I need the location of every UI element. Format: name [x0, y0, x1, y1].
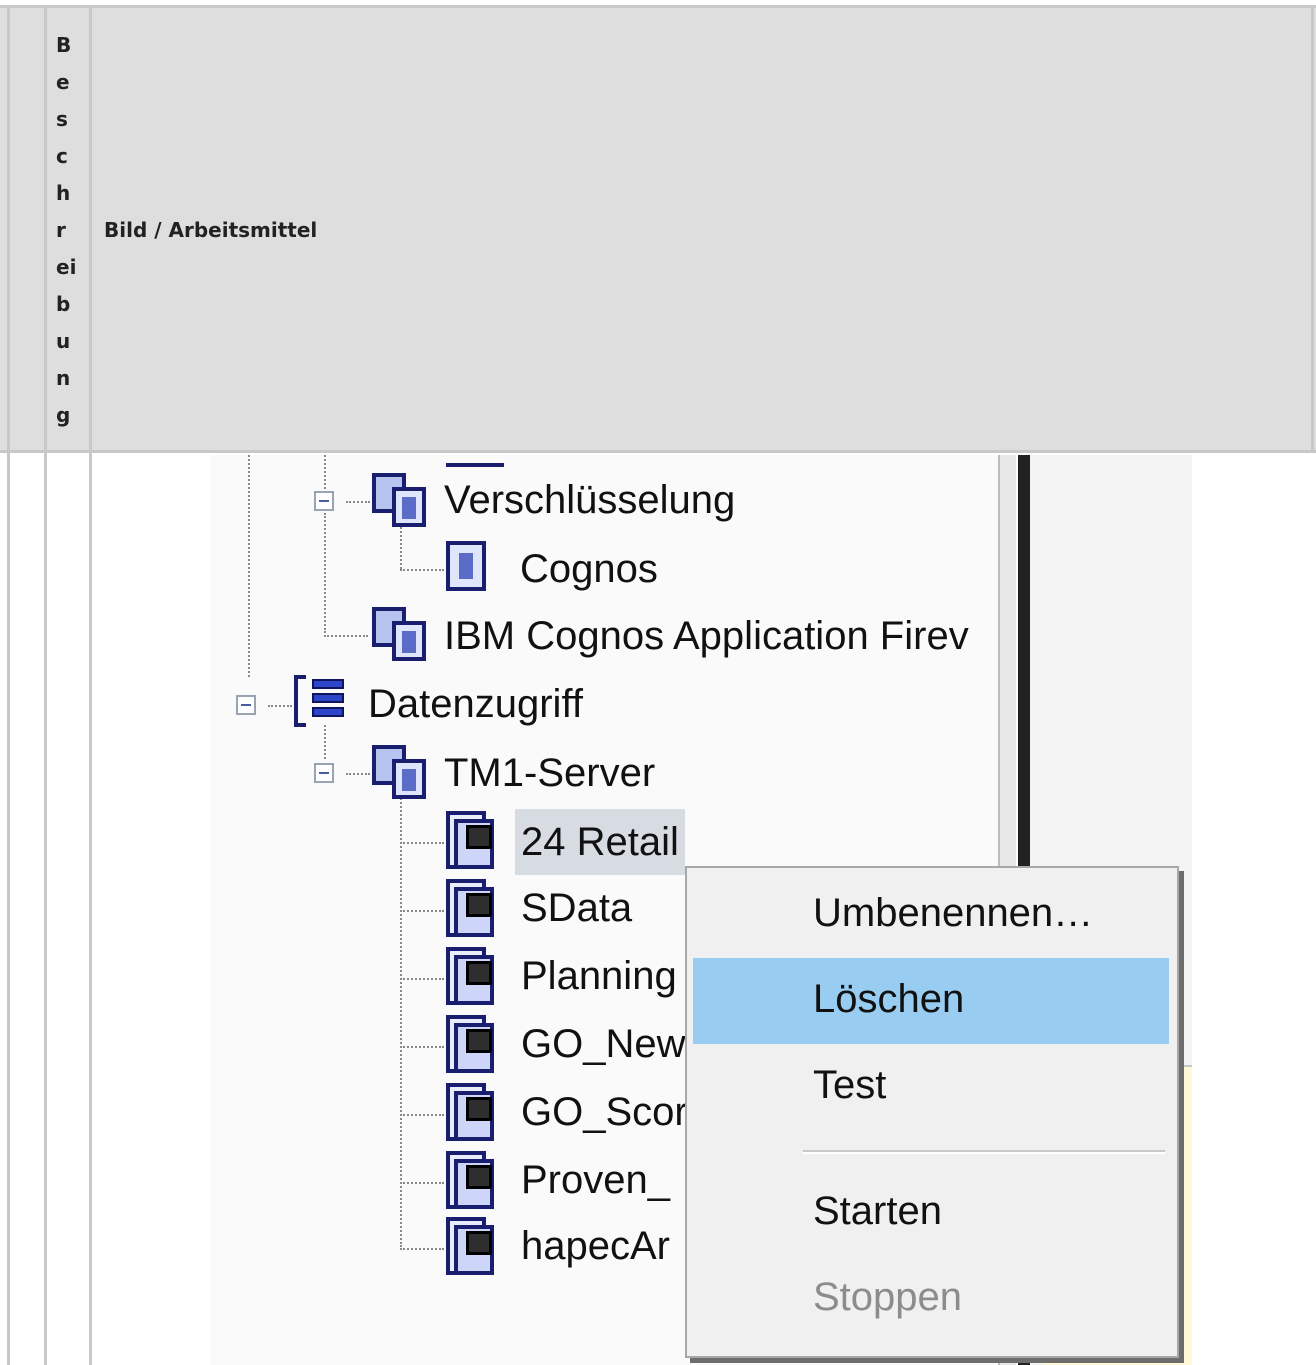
table-col-border-1: [7, 5, 10, 1365]
tree-node-data-access[interactable]: Datenzugriff: [368, 680, 583, 728]
collapse-icon[interactable]: [314, 763, 334, 783]
menu-item-rename[interactable]: Umbenennen…: [693, 872, 1169, 958]
cube-icon: [446, 1217, 502, 1279]
table-col-border-2: [44, 5, 47, 1365]
tree-line: [346, 773, 370, 775]
collapse-icon[interactable]: [236, 695, 256, 715]
tree-item[interactable]: GO_Scor: [521, 1088, 688, 1136]
tree-item[interactable]: Proven_: [521, 1156, 670, 1204]
tree-line: [400, 795, 402, 1247]
tree-node-encryption[interactable]: Verschlüsselung: [444, 476, 735, 524]
tree-line: [400, 1046, 444, 1048]
tree-node-firewall[interactable]: IBM Cognos Application Firev: [444, 612, 969, 660]
tree-line: [324, 635, 368, 637]
table-row-divider: [0, 450, 1316, 453]
database-icon: [294, 673, 350, 731]
tree-node-cognos[interactable]: Cognos: [520, 545, 658, 593]
tree-line: [324, 513, 326, 633]
cube-icon: [446, 1151, 502, 1213]
tree-item-selected[interactable]: 24 Retail: [515, 809, 685, 875]
menu-separator: [803, 1150, 1165, 1154]
menu-item-stop[interactable]: Stoppen: [693, 1256, 1169, 1342]
tree-line: [400, 978, 444, 980]
collapse-icon[interactable]: [314, 491, 334, 511]
cube-icon: [446, 947, 502, 1009]
header-beschreibung: B e s c h r ei b u n g: [56, 33, 77, 427]
partial-icon: [446, 455, 504, 467]
server-group-icon: [370, 743, 432, 801]
tree-line: [400, 1114, 444, 1116]
tree-line: [400, 842, 444, 844]
table-col-border-3: [89, 5, 92, 1365]
tree-line: [324, 455, 326, 489]
tree-item[interactable]: hapecAr: [521, 1222, 670, 1270]
cube-icon: [446, 1015, 502, 1077]
tree-line: [400, 569, 444, 571]
menu-item-start[interactable]: Starten: [693, 1170, 1169, 1256]
tree-item[interactable]: SData: [521, 884, 632, 932]
header-bild-arbeitsmittel: Bild / Arbeitsmittel: [104, 218, 318, 242]
tree-node-tm1-server[interactable]: TM1-Server: [444, 749, 655, 797]
tree-item[interactable]: GO_New: [521, 1020, 686, 1068]
server-group-icon: [370, 605, 432, 663]
tree-line: [400, 1248, 444, 1250]
server-group-icon: [370, 471, 432, 529]
table-top-border: [0, 5, 1316, 8]
cube-icon: [446, 1083, 502, 1145]
table-right-border: [1311, 5, 1314, 452]
server-icon: [446, 541, 486, 591]
menu-item-delete[interactable]: Löschen: [693, 958, 1169, 1044]
tree-line: [248, 455, 250, 677]
tree-line: [400, 910, 444, 912]
cube-icon: [446, 879, 502, 941]
context-menu: Umbenennen… Löschen Test Starten Stoppen: [685, 866, 1179, 1358]
tree-item[interactable]: Planning: [521, 952, 677, 1000]
menu-item-test[interactable]: Test: [693, 1044, 1169, 1130]
tree-line: [400, 1182, 444, 1184]
tree-line: [268, 705, 292, 707]
cube-icon: [446, 811, 502, 873]
tree-line: [346, 501, 370, 503]
